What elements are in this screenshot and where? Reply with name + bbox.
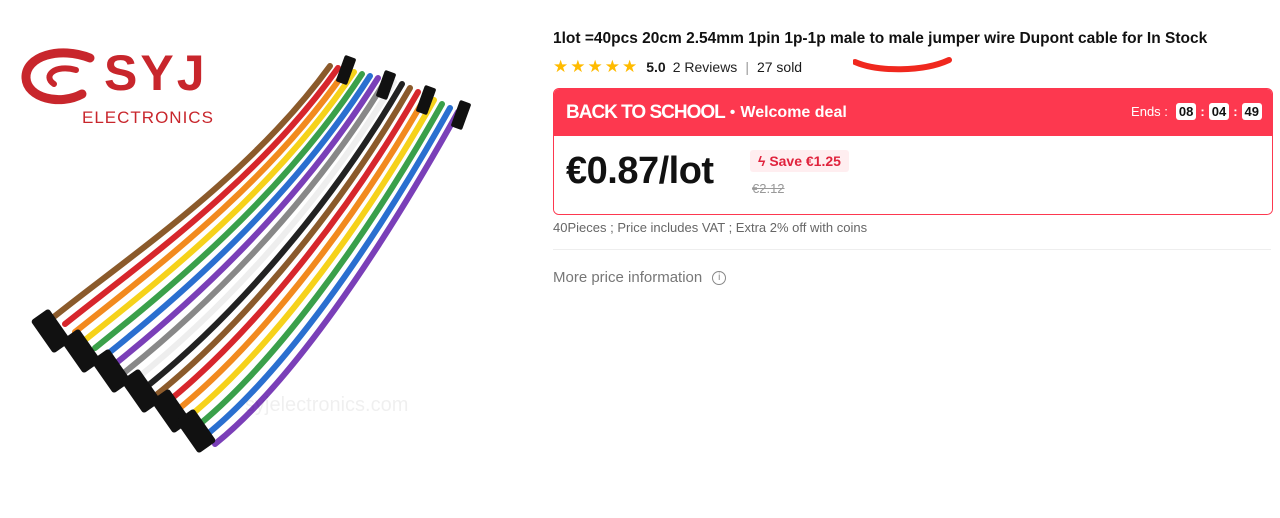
scribble-annotation <box>853 57 952 73</box>
sold-count: 27 sold <box>756 59 803 75</box>
deal-subtitle: Welcome deal <box>740 103 847 121</box>
star-rating[interactable]: ★ ★ ★ ★ ★ <box>553 58 637 76</box>
deal-name: BACK TO SCHOOL <box>566 101 726 123</box>
star-icon: ★ <box>570 57 586 76</box>
watermark: syjelectronics.com <box>245 394 409 416</box>
rating-row: ★ ★ ★ ★ ★ 5.0 2 Reviews | 27 sold <box>553 57 1273 77</box>
countdown-colon: : <box>1233 104 1238 119</box>
deal-dot: • <box>729 103 736 121</box>
countdown-seconds: 49 <box>1241 103 1262 120</box>
star-icon: ★ <box>587 57 603 76</box>
reviews-link[interactable]: 2 Reviews <box>673 59 738 75</box>
countdown-timer: Ends : 08 : 04 : 49 <box>1131 103 1262 120</box>
countdown-minutes: 04 <box>1208 103 1230 120</box>
star-icon: ★ <box>553 57 569 76</box>
star-icon: ★ <box>622 57 638 76</box>
original-price: €2.12 <box>752 181 785 196</box>
deal-banner[interactable]: BACK TO SCHOOL • Welcome deal Ends : 08 … <box>554 89 1272 136</box>
product-title: 1lot =40pcs 20cm 2.54mm 1pin 1p-1p male … <box>553 30 1208 47</box>
price-note: 40Pieces ; Price includes VAT ; Extra 2%… <box>553 220 868 235</box>
rating-score: 5.0 <box>646 59 666 75</box>
star-icon: ★ <box>604 57 620 76</box>
price-area: €0.87/lot ϟ Save €1.25 €2.12 <box>554 136 1272 214</box>
countdown-hours: 08 <box>1175 103 1197 120</box>
separator: | <box>745 59 749 75</box>
more-price-info[interactable]: More price information i <box>553 269 1273 286</box>
ends-label: Ends : <box>1131 104 1168 119</box>
deal-box: BACK TO SCHOOL • Welcome deal Ends : 08 … <box>553 88 1273 215</box>
current-price: €0.87/lot <box>566 150 714 192</box>
divider <box>553 249 1271 250</box>
save-badge: ϟ Save €1.25 <box>750 150 849 172</box>
info-icon[interactable]: i <box>712 270 727 285</box>
product-image[interactable]: SYJ ELECTRONICS syjelectronics.com <box>0 26 525 518</box>
countdown-colon: : <box>1200 104 1205 119</box>
lightning-icon: ϟ <box>758 153 766 169</box>
product-info: 1lot =40pcs 20cm 2.54mm 1pin 1p-1p male … <box>553 28 1273 286</box>
more-info-label: More price information <box>553 269 703 286</box>
save-label: Save €1.25 <box>769 153 841 169</box>
jumper-wires-image <box>31 55 471 453</box>
